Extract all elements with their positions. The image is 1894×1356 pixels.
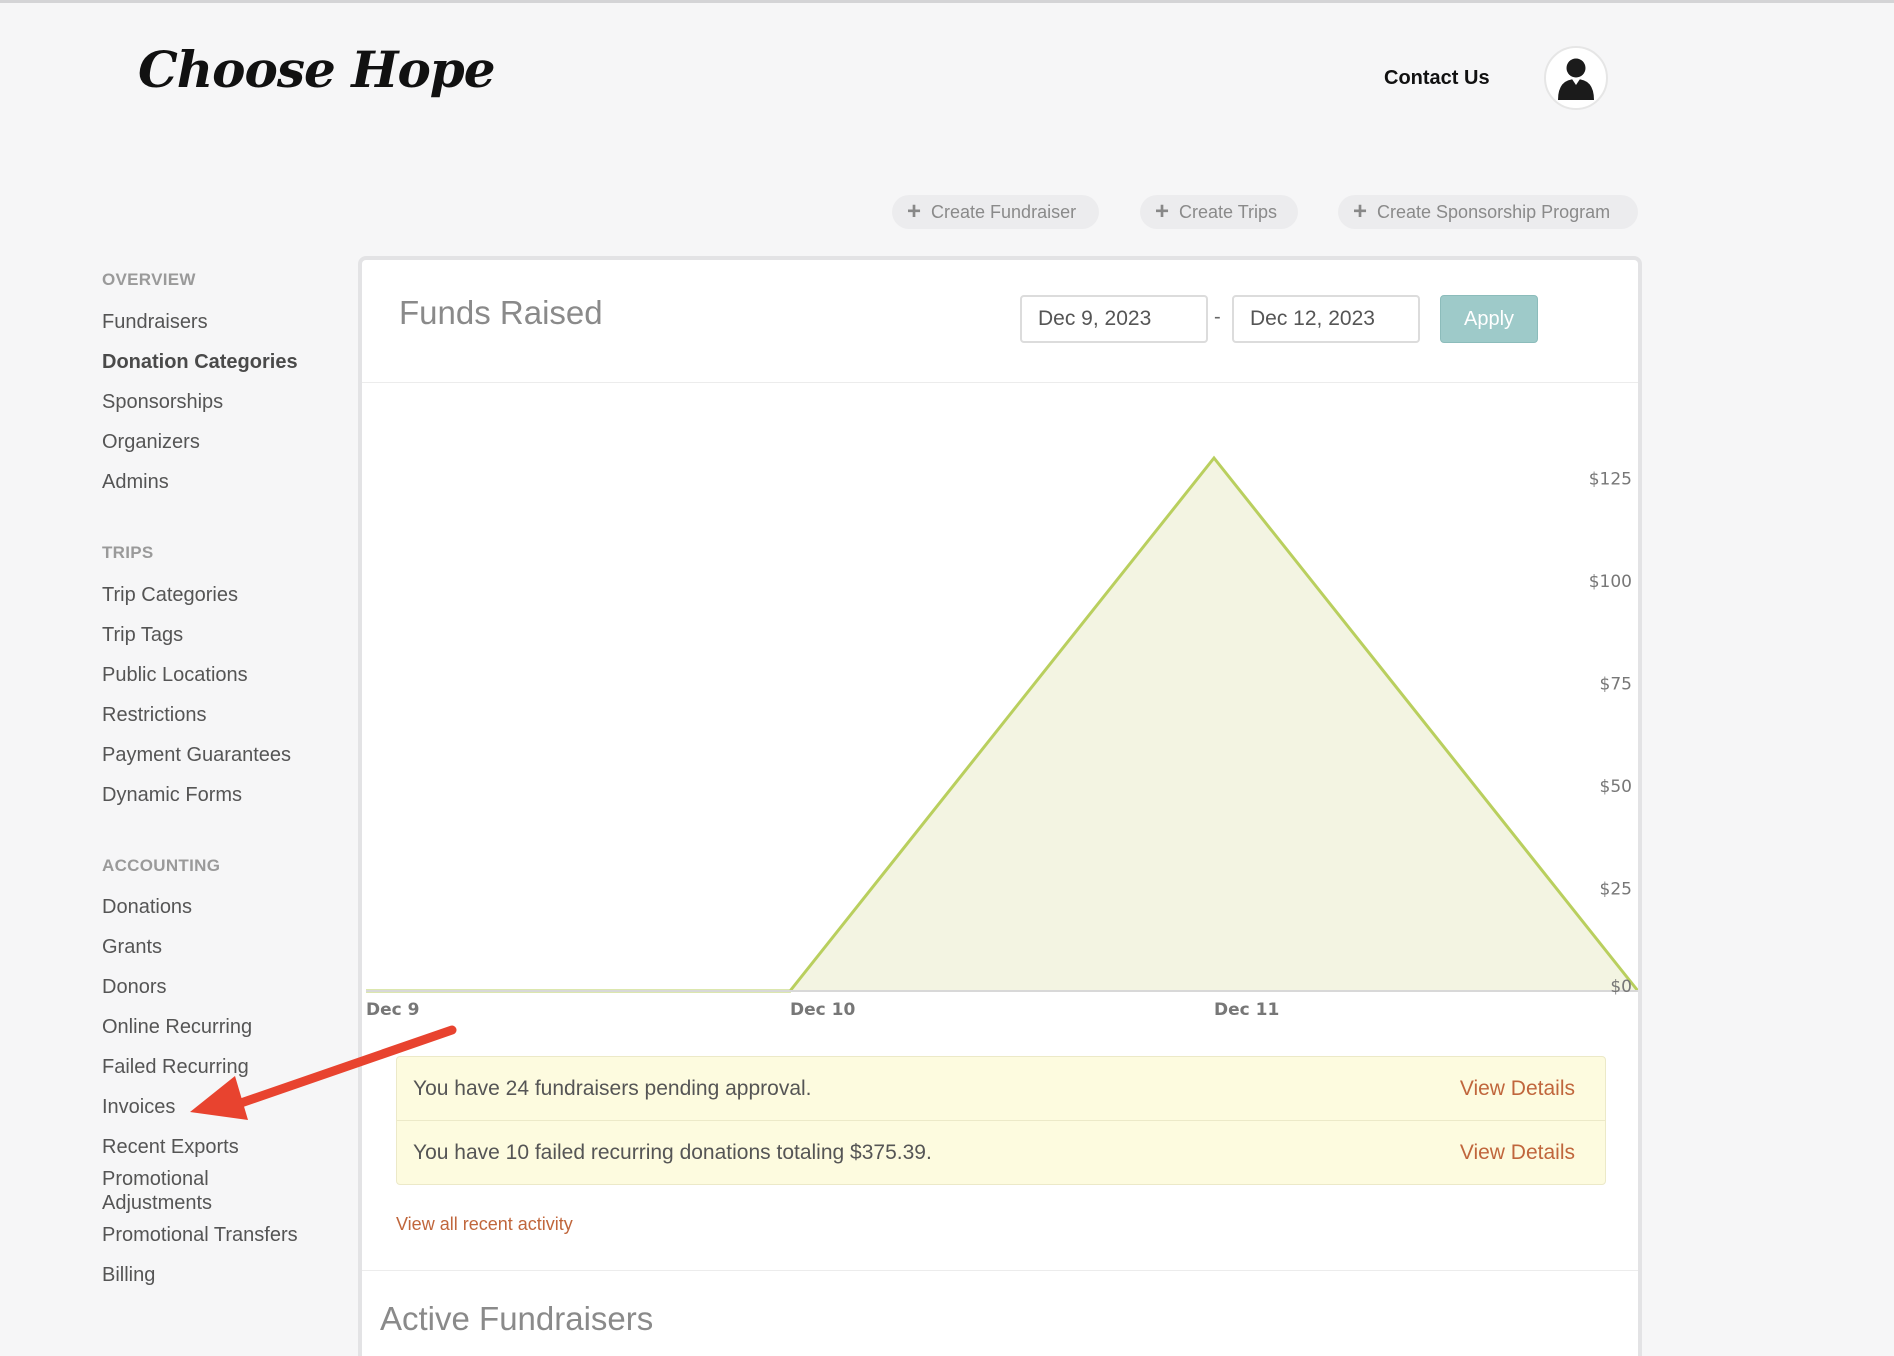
view-details-link[interactable]: View Details — [1460, 1141, 1575, 1165]
alert-row: You have 10 failed recurring donations t… — [397, 1120, 1605, 1184]
sidebar-item-trip-categories[interactable]: Trip Categories — [102, 583, 238, 607]
view-details-link[interactable]: View Details — [1460, 1077, 1575, 1101]
y-axis-ticks: $125 $100 $75 $50 $25 $0 — [1589, 470, 1632, 998]
sidebar-item-promotional-adjustments[interactable]: Promotional Adjustments — [102, 1167, 252, 1215]
sidebar-item-invoices[interactable]: Invoices — [102, 1095, 175, 1119]
section-divider — [362, 1270, 1638, 1271]
sidebar-item-restrictions[interactable]: Restrictions — [102, 703, 206, 727]
alert-text: You have 24 fundraisers pending approval… — [413, 1076, 812, 1100]
x-tick-label: Dec 11 — [1214, 1000, 1279, 1020]
sidebar-item-trip-tags[interactable]: Trip Tags — [102, 623, 183, 647]
top-border — [0, 0, 1894, 3]
date-range-separator: - — [1214, 306, 1221, 328]
end-date-input[interactable] — [1232, 295, 1420, 343]
sidebar-item-failed-recurring[interactable]: Failed Recurring — [102, 1055, 249, 1079]
user-avatar-icon[interactable] — [1544, 46, 1608, 110]
create-fundraiser-button[interactable]: + Create Fundraiser — [892, 195, 1099, 229]
sidebar-item-grants[interactable]: Grants — [102, 935, 162, 959]
funds-raised-panel: Funds Raised - Apply $125 $100 $75 $50 $25 $0… — [358, 256, 1642, 1356]
x-tick-label: Dec 10 — [790, 1000, 855, 1020]
alert-text: You have 10 failed recurring donations t… — [413, 1140, 932, 1164]
sidebar-item-organizers[interactable]: Organizers — [102, 430, 200, 454]
sidebar-item-payment-guarantees[interactable]: Payment Guarantees — [102, 743, 291, 767]
sidebar-item-sponsorships[interactable]: Sponsorships — [102, 390, 223, 414]
sidebar-item-donations[interactable]: Donations — [102, 895, 192, 919]
sidebar-item-donors[interactable]: Donors — [102, 975, 166, 999]
alerts-box: You have 24 fundraisers pending approval… — [396, 1056, 1606, 1185]
view-all-recent-activity-link[interactable]: View all recent activity — [396, 1214, 573, 1235]
y-tick-label: $75 — [1600, 675, 1632, 695]
funds-raised-chart: $125 $100 $75 $50 $25 $0 Dec 9 Dec 10 Dec 11 — [366, 455, 1638, 1020]
sidebar-item-public-locations[interactable]: Public Locations — [102, 663, 248, 687]
create-sponsorship-program-button[interactable]: + Create Sponsorship Program — [1338, 195, 1638, 229]
funds-raised-title: Funds Raised — [399, 294, 603, 331]
alert-row: You have 24 fundraisers pending approval… — [397, 1057, 1605, 1120]
sidebar-item-recent-exports[interactable]: Recent Exports — [102, 1135, 239, 1159]
sidebar-item-donation-categories[interactable]: Donation Categories — [102, 350, 298, 374]
x-tick-label: Dec 9 — [366, 1000, 419, 1020]
start-date-input[interactable] — [1020, 295, 1208, 343]
create-trips-label: Create Trips — [1179, 201, 1278, 222]
contact-us-link[interactable]: Contact Us — [1384, 67, 1490, 90]
sidebar-item-online-recurring[interactable]: Online Recurring — [102, 1015, 252, 1039]
sidebar-heading-accounting: ACCOUNTING — [102, 856, 221, 875]
sidebar-heading-overview: OVERVIEW — [102, 270, 196, 289]
sidebar-item-dynamic-forms[interactable]: Dynamic Forms — [102, 783, 242, 807]
active-fundraisers-title: Active Fundraisers — [380, 1300, 654, 1337]
y-tick-label: $50 — [1600, 777, 1632, 797]
sidebar-item-billing[interactable]: Billing — [102, 1263, 155, 1287]
sidebar-item-admins[interactable]: Admins — [102, 470, 169, 494]
y-tick-label: $125 — [1589, 470, 1632, 490]
x-axis-ticks: Dec 9 Dec 10 Dec 11 — [366, 1000, 1279, 1020]
plus-icon: + — [1155, 198, 1170, 225]
plus-icon: + — [1353, 198, 1368, 225]
plus-icon: + — [907, 198, 922, 225]
sidebar-heading-trips: TRIPS — [102, 543, 154, 562]
y-tick-label: $25 — [1600, 880, 1632, 900]
sidebar-item-fundraisers[interactable]: Fundraisers — [102, 310, 208, 334]
y-tick-label: $100 — [1589, 572, 1632, 592]
create-trips-button[interactable]: + Create Trips — [1140, 195, 1298, 229]
y-tick-label: $0 — [1610, 977, 1632, 997]
create-fundraiser-label: Create Fundraiser — [931, 201, 1077, 222]
sidebar-item-promotional-transfers[interactable]: Promotional Transfers — [102, 1223, 298, 1247]
apply-button[interactable]: Apply — [1440, 295, 1538, 343]
create-sponsorship-program-label: Create Sponsorship Program — [1377, 201, 1611, 222]
logo[interactable]: Choose Hope — [138, 40, 496, 99]
